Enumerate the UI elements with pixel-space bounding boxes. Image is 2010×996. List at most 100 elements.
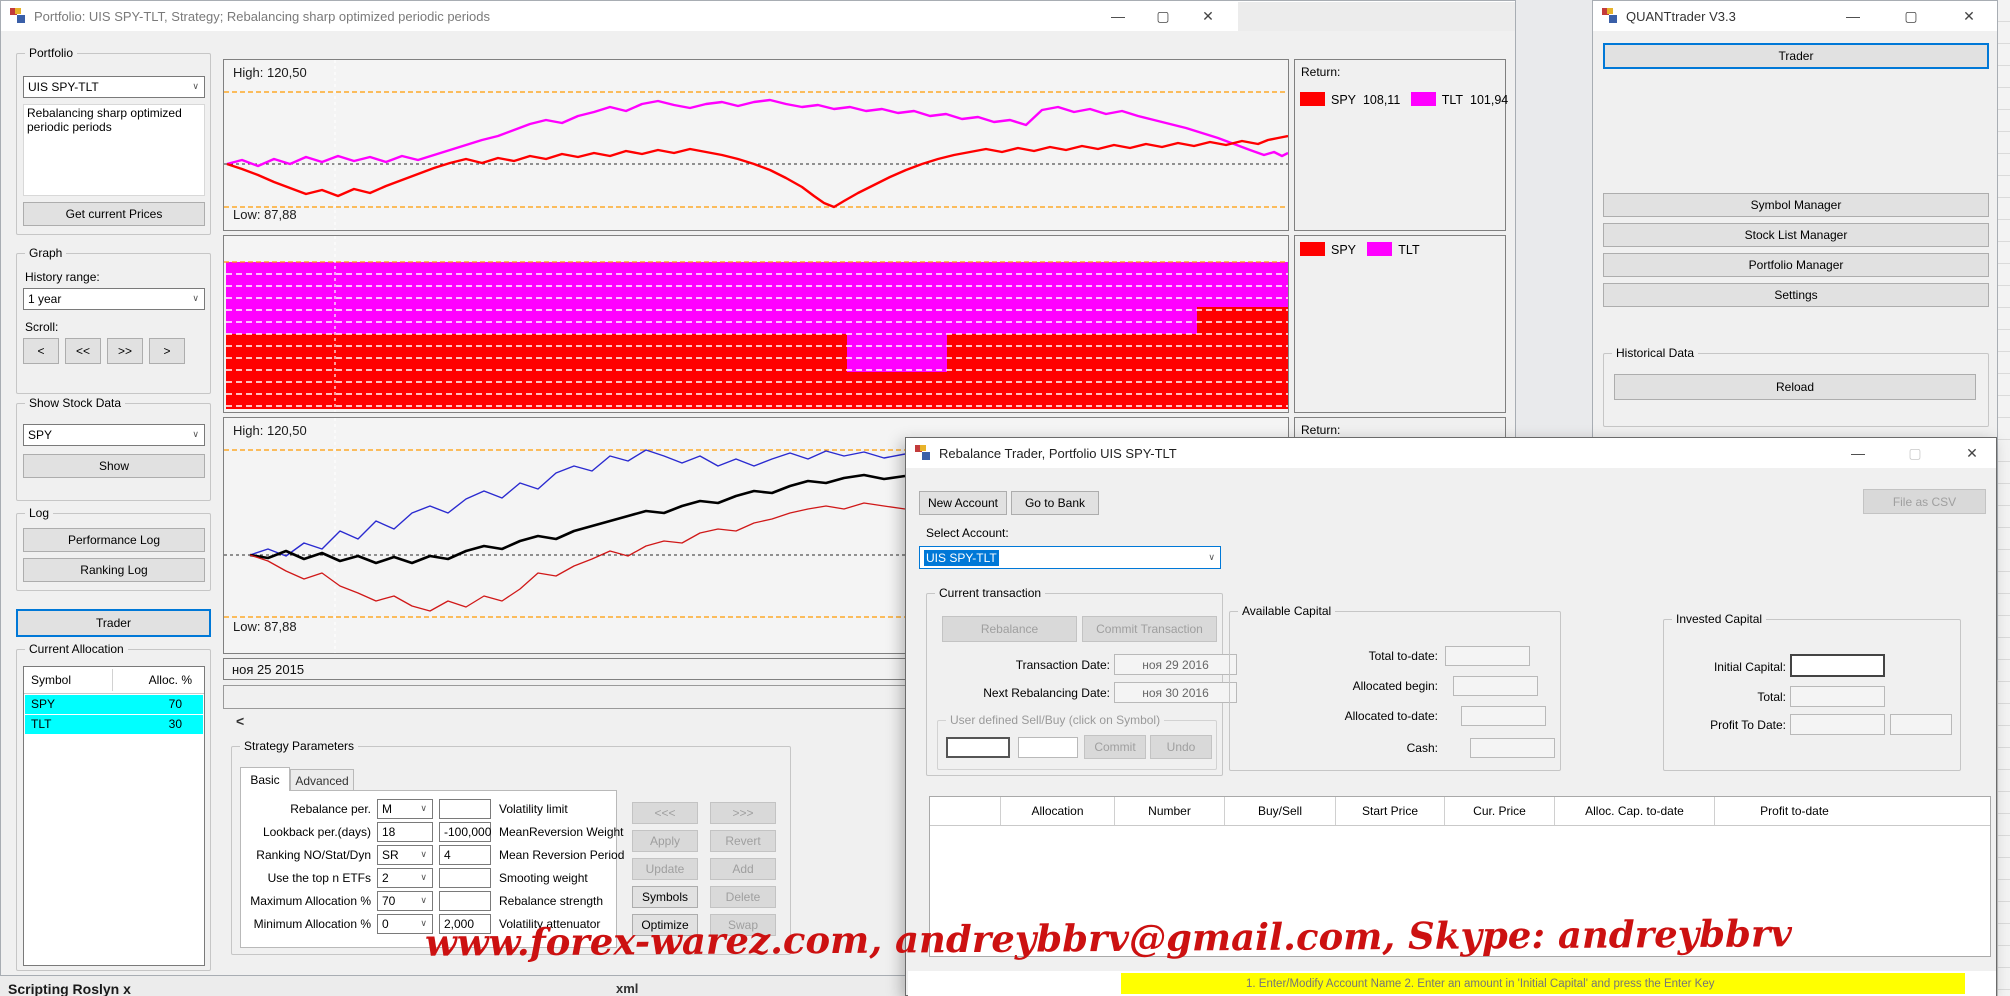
ranking-log-button[interactable]: Ranking Log	[23, 558, 205, 582]
trader-button[interactable]: Trader	[1603, 43, 1989, 69]
top-n-etfs-combobox[interactable]: 2 ∨	[377, 868, 433, 888]
undo-button[interactable]: Undo	[1150, 735, 1212, 759]
tab-advanced[interactable]: Advanced	[290, 769, 354, 791]
commit-button[interactable]: Commit	[1084, 735, 1146, 759]
chevron-down-icon: ∨	[420, 849, 427, 860]
initial-capital-label: Initial Capital:	[1713, 660, 1786, 674]
rebalance-trader-dialog: Rebalance Trader, Portfolio UIS SPY-TLT …	[905, 437, 1997, 996]
revert-button[interactable]: Revert	[710, 830, 776, 852]
app-icon	[10, 8, 26, 24]
go-to-bank-button[interactable]: Go to Bank	[1011, 491, 1099, 515]
titlebar-right-region	[1238, 2, 1515, 31]
profit-to-date-pct-field	[1890, 714, 1952, 735]
scroll-right-button[interactable]: >	[149, 338, 185, 364]
return-label: Return:	[1301, 65, 1341, 79]
new-account-button[interactable]: New Account	[919, 491, 1007, 515]
background-window-title-fragment: Scripting Roslyn x	[8, 981, 131, 996]
get-current-prices-button[interactable]: Get current Prices	[23, 202, 205, 226]
rebalance-button[interactable]: Rebalance	[942, 616, 1077, 642]
legend-name: SPY	[1331, 243, 1356, 257]
apply-button[interactable]: Apply	[632, 830, 698, 852]
table-row[interactable]: TLT 30	[25, 715, 203, 734]
tlt-swatch-icon	[1410, 92, 1436, 106]
close-icon[interactable]: ✕	[1957, 438, 1987, 468]
amount-input[interactable]	[1018, 737, 1078, 758]
step-back-button[interactable]: <<<	[632, 802, 698, 824]
stock-list-manager-button[interactable]: Stock List Manager	[1603, 223, 1989, 247]
performance-log-button[interactable]: Performance Log	[23, 528, 205, 552]
account-combobox[interactable]: UIS SPY-TLT ∨	[919, 546, 1221, 569]
show-button[interactable]: Show	[23, 454, 205, 478]
strategy-description: Rebalancing sharp optimized periodic per…	[23, 104, 205, 196]
file-as-csv-button[interactable]: File as CSV	[1863, 489, 1986, 514]
allocated-to-date-label: Allocated to-date:	[1344, 709, 1438, 723]
maximize-icon[interactable]: ▢	[1896, 1, 1926, 31]
column-cur-price: Cur. Price	[1444, 797, 1554, 825]
scroll-fast-right-button[interactable]: >>	[107, 338, 143, 364]
account-combobox-value: UIS SPY-TLT	[924, 549, 999, 566]
background-grid-strip	[1997, 0, 2010, 996]
table-row[interactable]: SPY 70	[25, 695, 203, 714]
param-value: 18	[382, 825, 396, 839]
return-legend-panel: Return: SPY 108,11 TLT 101,94	[1294, 59, 1508, 231]
initial-capital-input[interactable]	[1790, 654, 1885, 677]
scroll-left-button[interactable]: <	[23, 338, 59, 364]
legend-name: TLT	[1441, 93, 1464, 107]
minimize-icon[interactable]: —	[1843, 438, 1873, 468]
param-desc: MeanReversion Weight	[499, 825, 624, 839]
update-button[interactable]: Update	[632, 858, 698, 880]
portfolio-combobox[interactable]: UIS SPY-TLT ∨	[23, 76, 205, 98]
tab-basic[interactable]: Basic	[240, 767, 290, 791]
chevron-down-icon: ∨	[1208, 551, 1215, 562]
param-label: Maximum Allocation %	[250, 894, 371, 908]
ranking-combobox[interactable]: SR ∨	[377, 845, 433, 865]
column-rowheader	[930, 797, 1000, 825]
close-icon[interactable]: ✕	[1193, 1, 1223, 31]
mean-reversion-period-field[interactable]: 4	[439, 845, 491, 865]
step-forward-button[interactable]: >>>	[710, 802, 776, 824]
invested-capital-group: Invested Capital Initial Capital: Total:…	[1663, 612, 1961, 771]
log-group: Log Performance Log Ranking Log	[16, 506, 211, 591]
history-range-combobox[interactable]: 1 year ∨	[23, 288, 205, 310]
stock-symbol-combobox[interactable]: SPY ∨	[23, 424, 205, 446]
minimize-icon[interactable]: —	[1103, 1, 1133, 31]
reload-button[interactable]: Reload	[1614, 374, 1976, 400]
maximize-icon[interactable]: ▢	[1900, 438, 1930, 468]
current-transaction-group: Current transaction Rebalance Commit Tra…	[926, 586, 1237, 776]
close-icon[interactable]: ✕	[1954, 1, 1984, 31]
rebalance-period-combobox[interactable]: M ∨	[377, 799, 433, 819]
minimize-icon[interactable]: —	[1838, 1, 1868, 31]
symbols-button[interactable]: Symbols	[632, 886, 698, 908]
max-allocation-combobox[interactable]: 70 ∨	[377, 891, 433, 911]
meanreversion-weight-field[interactable]: -100,000	[439, 822, 491, 842]
settings-button[interactable]: Settings	[1603, 283, 1989, 307]
rebalance-strength-field[interactable]	[439, 891, 491, 911]
profit-to-date-label: Profit To Date:	[1710, 718, 1786, 732]
allocation-table[interactable]: Symbol Alloc. % SPY 70 TLT 30	[23, 666, 205, 966]
trader-button[interactable]: Trader	[16, 609, 211, 637]
scroll-fast-left-button[interactable]: <<	[65, 338, 101, 364]
symbol-input[interactable]	[946, 737, 1010, 758]
volatility-limit-field[interactable]	[439, 799, 491, 819]
dialog-titlebar[interactable]: Rebalance Trader, Portfolio UIS SPY-TLT	[906, 438, 1996, 468]
status-bar: 1. Enter/Modify Account Name 2. Enter an…	[908, 971, 1996, 996]
current-transaction-label: Current transaction	[935, 586, 1046, 600]
window-title: Portfolio: UIS SPY-TLT, Strategy; Rebala…	[34, 8, 490, 24]
commit-transaction-button[interactable]: Commit Transaction	[1082, 616, 1217, 642]
delete-button[interactable]: Delete	[710, 886, 776, 908]
smoothing-weight-field[interactable]	[439, 868, 491, 888]
lookback-period-field[interactable]: 18	[377, 822, 433, 842]
return-chart-svg	[224, 60, 1288, 230]
portfolio-group-label: Portfolio	[25, 46, 78, 60]
strategy-parameters-label: Strategy Parameters	[240, 739, 359, 753]
param-desc: Rebalance strength	[499, 894, 604, 908]
historical-data-label: Historical Data	[1612, 346, 1699, 360]
add-button[interactable]: Add	[710, 858, 776, 880]
collapse-panel-arrow[interactable]: <	[236, 713, 244, 729]
symbol-manager-button[interactable]: Symbol Manager	[1603, 193, 1989, 217]
column-start-price: Start Price	[1335, 797, 1444, 825]
maximize-icon[interactable]: ▢	[1148, 1, 1178, 31]
window-controls: — ▢ ✕	[1838, 1, 1984, 31]
portfolio-manager-button[interactable]: Portfolio Manager	[1603, 253, 1989, 277]
param-value: SR	[382, 848, 399, 862]
